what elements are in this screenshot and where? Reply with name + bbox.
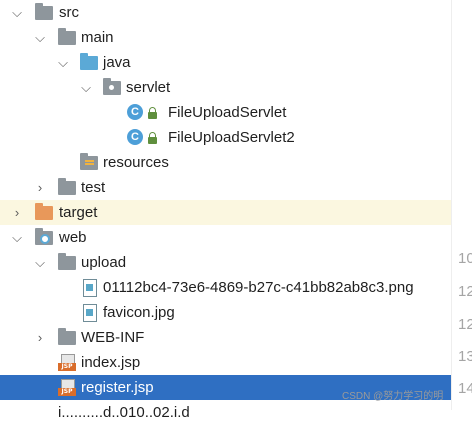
tree-node-resources[interactable]: resources [0,150,451,175]
tree-node-label: test [81,179,106,196]
tree-node-index-jsp[interactable]: JSP index.jsp [0,350,451,375]
java-class-icon: C [127,129,143,145]
tree-node-label: 01112bc4-73e6-4869-b27c-c41bb82ab8c3.png [103,279,414,296]
tree-node-label: resources [103,154,169,171]
package-icon [103,78,121,95]
jsp-file-icon: JSP [58,354,76,371]
tree-node-label: src [59,4,79,21]
tree-node-label: upload [81,254,127,271]
chevron-down-icon[interactable]: ⌵ [33,25,47,50]
chevron-right-icon[interactable]: › [33,175,47,200]
lock-icon [148,132,157,144]
tree-node-label: register.jsp [81,379,154,396]
tree-node-favicon[interactable]: favicon.jpg [0,300,451,325]
line-number: 10 [458,250,472,267]
tree-node-class-fileuploadservlet[interactable]: C FileUploadServlet [0,100,451,125]
chevron-down-icon[interactable]: ⌵ [33,250,47,275]
tree-node-label: favicon.jpg [103,304,175,321]
tree-node-target[interactable]: › target [0,200,451,225]
jsp-tag: JSP [58,388,76,396]
java-class-icon: C [127,104,143,120]
web-folder-icon [35,228,53,245]
tree-node-label: i..........d..010..02.i.d [58,404,190,421]
line-number: 14 [458,380,472,397]
image-file-icon [83,304,97,322]
tree-node-png-file[interactable]: 01112bc4-73e6-4869-b27c-c41bb82ab8c3.png [0,275,451,300]
folder-icon [58,253,76,270]
tree-node-label: main [81,29,114,46]
chevron-down-icon[interactable]: ⌵ [79,75,93,100]
tree-node-label: index.jsp [81,354,141,371]
tree-node-src[interactable]: ⌵ src [0,0,451,25]
tree-node-label: WEB-INF [81,329,145,346]
jsp-tag: JSP [58,363,76,371]
tree-node-cutoff[interactable]: i..........d..010..02.i.d [0,400,451,425]
tree-node-servlet[interactable]: ⌵ servlet [0,75,451,100]
chevron-down-icon[interactable]: ⌵ [10,225,24,250]
line-number: 12 [458,283,472,300]
tree-node-webinf[interactable]: › WEB-INF [0,325,451,350]
source-folder-icon [80,53,98,70]
tree-node-label: web [59,229,87,246]
chevron-down-icon[interactable]: ⌵ [56,50,70,75]
tree-node-label: target [59,204,98,221]
folder-icon [35,3,53,20]
folder-icon [58,328,76,345]
tree-node-main[interactable]: ⌵ main [0,25,451,50]
tree-node-label: java [103,54,131,71]
tree-node-label: FileUploadServlet2 [168,129,295,146]
jsp-file-icon: JSP [58,379,76,396]
line-number: 13 [458,348,472,365]
tree-node-class-fileuploadservlet2[interactable]: C FileUploadServlet2 [0,125,451,150]
resources-folder-icon [80,153,98,170]
tree-node-label: servlet [126,79,171,96]
excluded-folder-icon [35,203,53,220]
tree-node-label: FileUploadServlet [168,104,287,121]
tree-node-web[interactable]: ⌵ web [0,225,451,250]
chevron-down-icon[interactable]: ⌵ [10,0,24,25]
folder-icon [58,178,76,195]
tree-node-java[interactable]: ⌵ java [0,50,451,75]
tree-node-upload[interactable]: ⌵ upload [0,250,451,275]
lock-icon [148,107,157,119]
tree-node-test[interactable]: › test [0,175,451,200]
watermark: CSDN @努力学习的明 [342,391,444,402]
line-number: 12 [458,316,472,333]
folder-icon [58,28,76,45]
chevron-right-icon[interactable]: › [10,200,24,225]
image-file-icon [83,279,97,297]
chevron-right-icon[interactable]: › [33,325,47,350]
project-tree: ⌵ src ⌵ main ⌵ java ⌵ servlet C FileUplo… [0,0,451,421]
